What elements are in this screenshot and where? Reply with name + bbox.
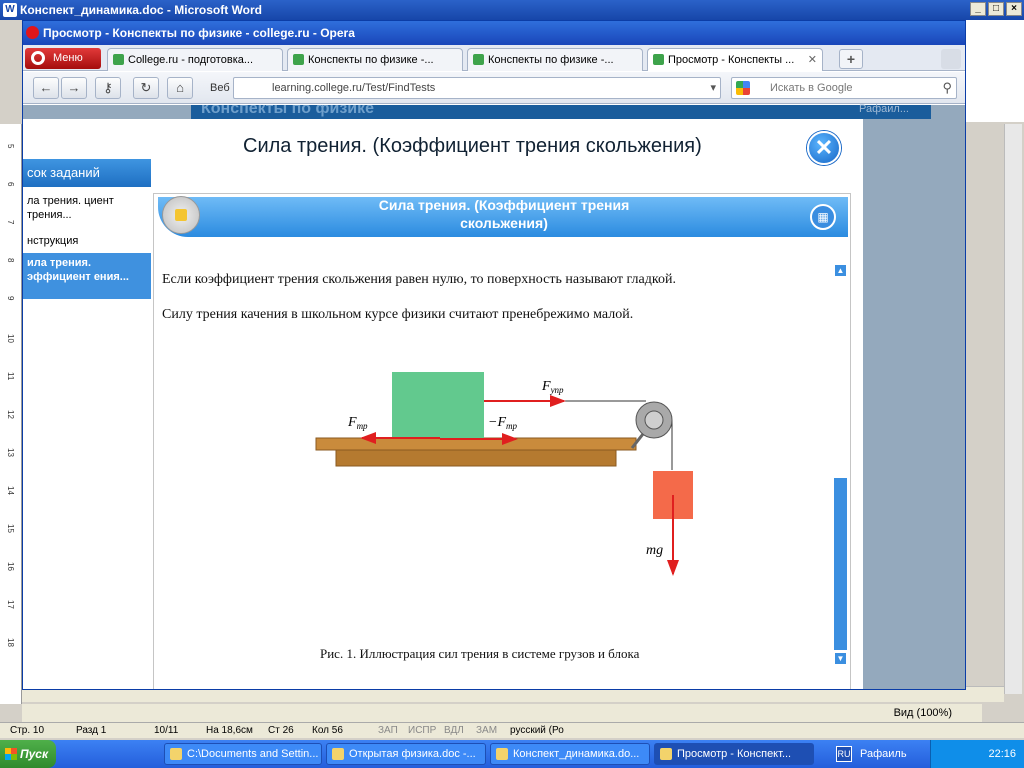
task-item-selected[interactable]: ила трения. эффициент ения... (23, 253, 151, 299)
grid-icon[interactable]: ▦ (810, 204, 836, 230)
status-page: Стр. 10 (10, 725, 45, 736)
status-col: Кол 56 (312, 725, 343, 736)
friction-illustration: Fупр Fтр −Fтр mg (315, 372, 693, 576)
opera-title-bar: Просмотр - Конспекты по физике - college… (23, 21, 965, 45)
paragraph-2: Силу трения качения в школьном курсе физ… (162, 307, 634, 322)
word-status-bar: Стр. 10 Разд 1 10/11 На 18,6см Ст 26 Кол… (0, 722, 1024, 738)
paragraph-1: Если коэффициент трения скольжения равен… (162, 272, 676, 287)
taskbar-item-opera[interactable]: Просмотр - Конспект... (654, 743, 814, 765)
site-favicon-icon (293, 54, 304, 65)
opera-logo-icon (31, 51, 45, 65)
trash-icon[interactable] (941, 49, 961, 69)
status-line: Ст 26 (268, 725, 294, 736)
label-mg: mg (646, 543, 663, 558)
opera-window: Просмотр - Конспекты по физике - college… (22, 20, 966, 690)
forward-button[interactable]: → (61, 77, 87, 99)
word-title-bar: W Конспект_динамика.doc - Microsoft Word… (0, 0, 1024, 20)
figure-caption: Рис. 1. Иллюстрация сил трения в системе… (320, 646, 640, 661)
word-app-icon: W (3, 3, 17, 17)
content-frame: Сила трения. (Коэффициент трения скольже… (153, 193, 851, 689)
address-field[interactable]: Веб learning.college.ru/Test/FindTests ▾ (210, 77, 721, 99)
tab-college[interactable]: College.ru - подготовка... (107, 48, 283, 71)
scrollbar-thumb[interactable] (834, 478, 847, 650)
close-modal-button[interactable]: ✕ (807, 131, 841, 165)
taskbar-item-word-1[interactable]: Открытая физика.doc -... (326, 743, 486, 765)
site-header: Конспекты по физике (191, 105, 931, 119)
word-vertical-scrollbar[interactable] (1004, 124, 1022, 694)
tab-prosmotr-active[interactable]: Просмотр - Конспекты ... ✕ (647, 48, 823, 71)
status-pages: 10/11 (154, 725, 179, 736)
google-icon[interactable] (736, 81, 750, 95)
home-button[interactable]: ⌂ (167, 77, 193, 99)
label-minus-f-tr: −Fтр (488, 415, 517, 431)
table-body (335, 449, 617, 467)
zoom-label[interactable]: Вид (100%) (894, 707, 952, 719)
clock[interactable]: 22:16 (988, 748, 1016, 760)
status-ext[interactable]: ВДЛ (444, 725, 464, 736)
site-user[interactable]: Рафаил... (859, 104, 909, 115)
system-tray: 22:16 (930, 740, 1024, 768)
address-prefix: Веб (210, 82, 230, 94)
green-block (392, 372, 484, 438)
status-section: Разд 1 (76, 725, 107, 736)
taskbar-item-word-2[interactable]: Конспект_динамика.do... (490, 743, 650, 765)
word-title: Конспект_динамика.doc - Microsoft Word (20, 3, 263, 17)
opera-logo-icon (26, 26, 39, 39)
status-trk[interactable]: ИСПР (408, 725, 436, 736)
close-tab-icon[interactable]: ✕ (808, 49, 817, 71)
task-item[interactable]: ла трения. циент трения... (23, 191, 151, 225)
maximize-button[interactable]: □ (988, 2, 1004, 16)
modal-title: Сила трения. (Коэффициент трения скольже… (243, 135, 702, 157)
chevron-down-icon[interactable]: ▾ (710, 78, 716, 98)
tab-konspekty-2[interactable]: Конспекты по физике -... (467, 48, 643, 71)
navigation-bar: ← → ⚷ ↻ ⌂ Веб learning.college.ru/Test/F… (23, 72, 965, 104)
status-language: русский (Ро (510, 725, 564, 736)
opera-title: Просмотр - Конспекты по физике - college… (43, 26, 355, 40)
opera-menu-button[interactable]: Меню (25, 48, 101, 69)
content-menu-icon[interactable] (162, 196, 200, 234)
label-f-tr: Fтр (347, 415, 368, 431)
content-title: Сила трения. (Коэффициент трения скольже… (378, 197, 630, 231)
url-text: learning.college.ru/Test/FindTests (272, 82, 436, 94)
tab-konspekty-1[interactable]: Конспекты по физике -... (287, 48, 463, 71)
tab-bar: Меню College.ru - подготовка... Конспект… (23, 45, 965, 71)
reload-button[interactable]: ↻ (133, 77, 159, 99)
start-button[interactable]: Пуск (0, 740, 56, 768)
new-tab-button[interactable]: + (839, 49, 863, 69)
taskbar-item-explorer[interactable]: C:\Documents and Settin... (164, 743, 322, 765)
label-f-upr: Fупр (541, 379, 564, 395)
scroll-down-arrow-icon[interactable]: ▼ (834, 652, 847, 665)
preview-modal: Сила трения. (Коэффициент трения скольже… (23, 119, 863, 689)
taskbar-user[interactable]: Рафаиль (860, 748, 907, 760)
status-at: На 18,6см (206, 725, 253, 736)
close-button[interactable]: × (1006, 2, 1022, 16)
word-drawing-toolbar: Вид (100%) (22, 704, 982, 724)
scroll-up-arrow-icon[interactable]: ▲ (834, 264, 847, 277)
site-favicon-icon (473, 54, 484, 65)
site-favicon-icon (653, 54, 664, 65)
pulley-hub (644, 410, 664, 430)
page-viewport: Конспекты по физике Рафаил... Сила трени… (23, 104, 965, 689)
site-favicon-icon (113, 54, 124, 65)
vertical-ruler: 5 6 7 8 9 10 11 12 13 14 15 16 17 18 (0, 124, 22, 704)
task-item-instruction[interactable]: нструкция (23, 231, 151, 251)
back-button[interactable]: ← (33, 77, 59, 99)
status-rec[interactable]: ЗАП (378, 725, 398, 736)
search-input[interactable]: Искать в Google ⚲ (731, 77, 957, 99)
minimize-button[interactable]: _ (970, 2, 986, 16)
key-icon[interactable]: ⚷ (95, 77, 121, 99)
word-toolbar-area (962, 20, 1024, 122)
status-ovr[interactable]: ЗАМ (476, 725, 497, 736)
task-list-header: сок заданий (23, 159, 151, 187)
search-icon[interactable]: ⚲ (942, 78, 952, 98)
language-indicator[interactable]: RU (836, 746, 852, 762)
